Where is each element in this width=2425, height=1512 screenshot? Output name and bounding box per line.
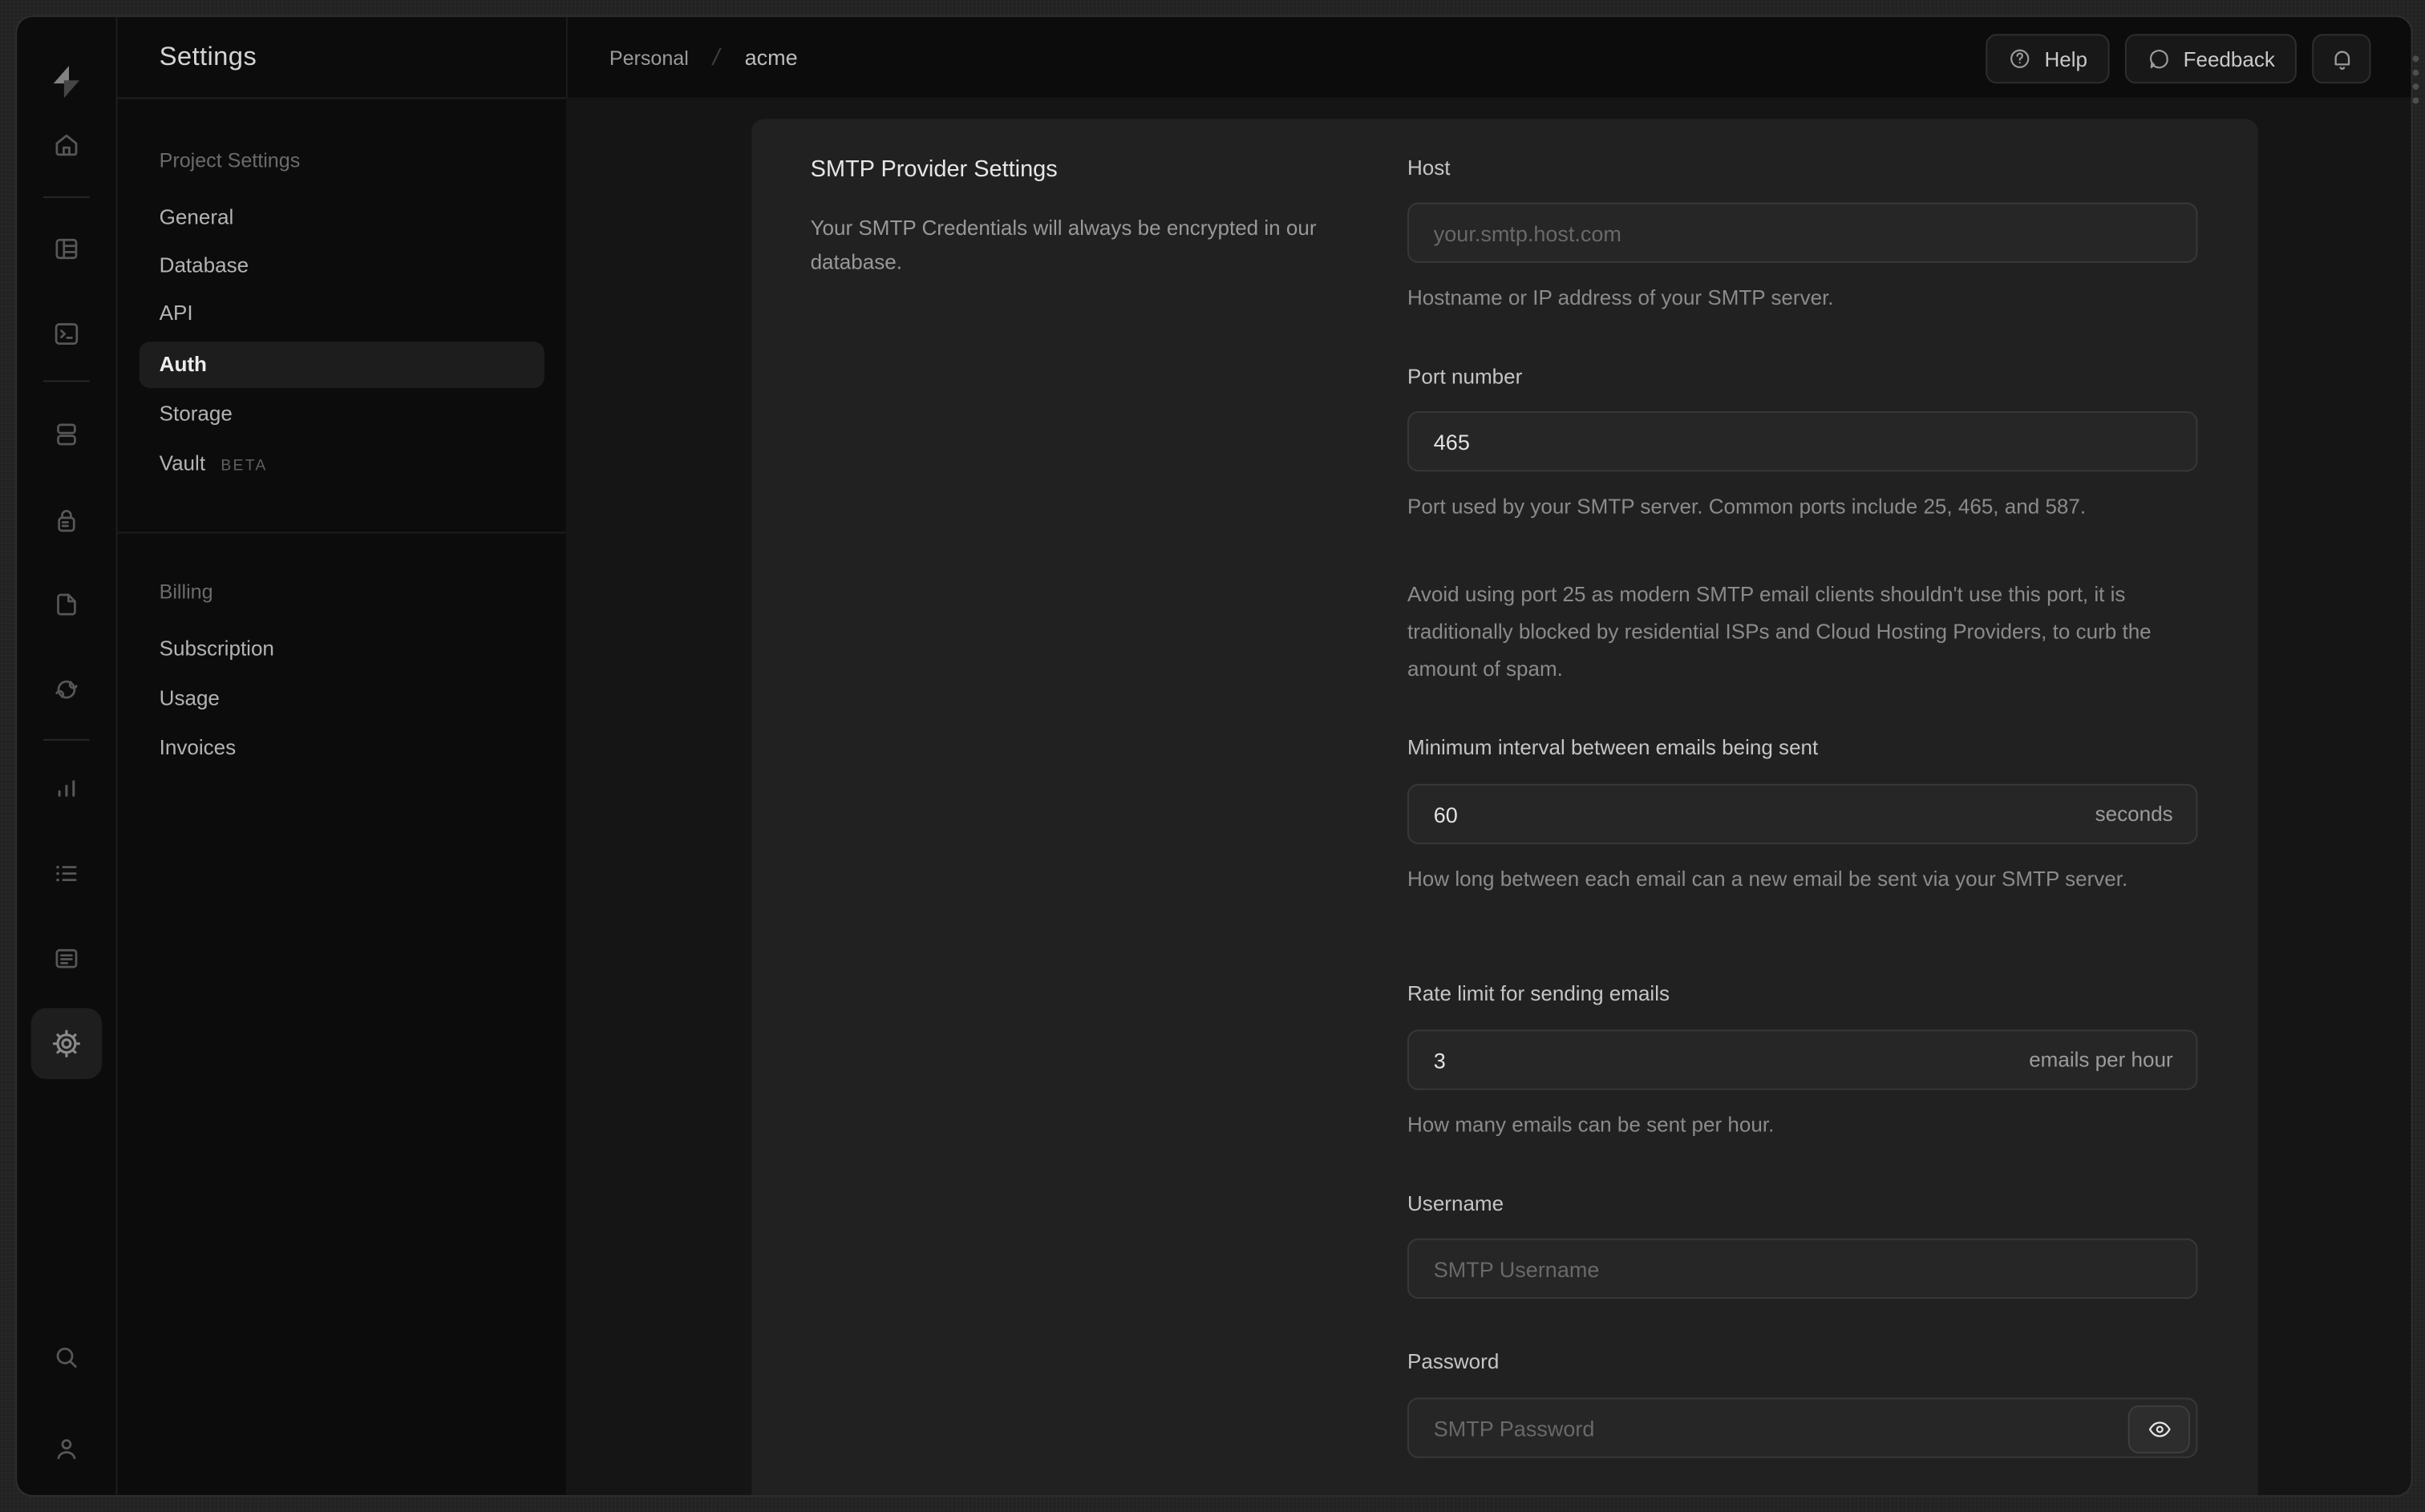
breadcrumb: Personal / acme bbox=[609, 17, 798, 97]
bar-chart-icon bbox=[58, 780, 75, 797]
sidebar-item-auth[interactable]: Auth bbox=[139, 342, 545, 389]
bell-icon bbox=[2328, 46, 2354, 72]
sidebar-item-database[interactable]: Database bbox=[140, 243, 545, 289]
password-input[interactable] bbox=[1407, 1397, 2198, 1458]
rail-item-storage[interactable] bbox=[42, 580, 91, 629]
eye-icon bbox=[2148, 1421, 2170, 1437]
screen: Settings Project Settings General Databa… bbox=[0, 0, 2425, 1512]
card-title: SMTP Provider Settings bbox=[810, 156, 1058, 183]
rail-divider bbox=[43, 738, 90, 741]
page-title: Settings bbox=[159, 42, 257, 71]
rate-label: Rate limit for sending emails bbox=[1407, 981, 1670, 1005]
sidebar-section-project-settings: Project Settings bbox=[159, 148, 301, 172]
help-circle-icon bbox=[2007, 46, 2032, 71]
rail-item-logs[interactable] bbox=[42, 849, 91, 899]
host-input[interactable] bbox=[1407, 202, 2198, 263]
password-input-wrap bbox=[1407, 1397, 2198, 1458]
port-input[interactable] bbox=[1407, 410, 2198, 472]
gear-icon bbox=[52, 1029, 81, 1057]
sidebar-header: Settings bbox=[115, 17, 566, 99]
rail-divider bbox=[43, 380, 90, 382]
host-label: Host bbox=[1407, 156, 1451, 180]
rail-item-home[interactable] bbox=[42, 120, 91, 170]
username-label: Username bbox=[1407, 1191, 1504, 1215]
notifications-button[interactable] bbox=[2312, 34, 2371, 84]
sidebar-section-billing: Billing bbox=[159, 580, 213, 604]
rate-input-wrap: emails per hour bbox=[1407, 1029, 2198, 1090]
host-input-wrap bbox=[1407, 202, 2198, 263]
rail-item-search[interactable] bbox=[42, 1332, 91, 1382]
table-editor-icon bbox=[55, 238, 78, 260]
rail-item-auth[interactable] bbox=[42, 496, 91, 546]
interval-input-wrap: seconds bbox=[1407, 783, 2198, 844]
app-window: Settings Project Settings General Databa… bbox=[17, 17, 2411, 1495]
port-note-text: Avoid using port 25 as modern SMTP email… bbox=[1407, 583, 2152, 681]
smtp-settings-card: SMTP Provider Settings Your SMTP Credent… bbox=[751, 119, 2258, 1495]
supabase-bolt-icon bbox=[53, 66, 80, 99]
home-icon bbox=[55, 134, 78, 156]
help-button[interactable]: Help bbox=[1986, 34, 2109, 84]
sidebar-item-general[interactable]: General bbox=[140, 195, 545, 241]
sidebar-item-usage[interactable]: Usage bbox=[140, 676, 545, 722]
settings-sidebar: Settings Project Settings General Databa… bbox=[115, 17, 568, 1495]
supabase-logo-icon[interactable] bbox=[42, 57, 91, 107]
top-bar: Personal / acme Help Feedback bbox=[565, 17, 2411, 99]
breadcrumb-separator: / bbox=[710, 43, 723, 71]
reveal-password-button[interactable] bbox=[2127, 1405, 2190, 1453]
port-help-text: Port used by your SMTP server. Common po… bbox=[1407, 495, 2087, 519]
help-button-label: Help bbox=[2044, 46, 2087, 71]
username-input-wrap bbox=[1407, 1238, 2198, 1299]
sql-editor-icon bbox=[55, 323, 79, 345]
sidebar-item-vault[interactable]: Vault BETA bbox=[140, 441, 545, 487]
rate-input[interactable] bbox=[1407, 1029, 2198, 1090]
rail-item-reports[interactable] bbox=[42, 764, 91, 814]
main-content: SMTP Provider Settings Your SMTP Credent… bbox=[565, 97, 2411, 1495]
rail-item-realtime[interactable] bbox=[42, 665, 91, 714]
feedback-button[interactable]: Feedback bbox=[2124, 34, 2297, 84]
storage-icon bbox=[57, 593, 76, 616]
rail-item-sql-editor[interactable] bbox=[42, 309, 91, 359]
rate-help-text: How many emails can be sent per hour. bbox=[1407, 1113, 1775, 1137]
rail-item-table-editor[interactable] bbox=[42, 224, 91, 274]
card-description: Your SMTP Credentials will always be enc… bbox=[810, 216, 1317, 274]
logs-list-icon bbox=[56, 865, 77, 882]
port-input-wrap bbox=[1407, 410, 2198, 472]
sidebar-item-storage[interactable]: Storage bbox=[140, 391, 545, 438]
sidebar-divider bbox=[115, 532, 566, 534]
user-icon bbox=[57, 1439, 76, 1460]
rail-item-settings[interactable] bbox=[30, 1008, 103, 1080]
speech-bubble-icon bbox=[2146, 46, 2171, 71]
beta-badge: BETA bbox=[221, 457, 268, 475]
sidebar-item-invoices[interactable]: Invoices bbox=[140, 725, 545, 771]
sidebar-item-subscription[interactable]: Subscription bbox=[140, 626, 545, 673]
port-label: Port number bbox=[1407, 365, 1523, 389]
breadcrumb-project[interactable]: acme bbox=[745, 45, 798, 70]
database-icon bbox=[57, 423, 76, 446]
topbar-actions: Help Feedback bbox=[1986, 34, 2371, 84]
breadcrumb-org[interactable]: Personal bbox=[609, 46, 689, 69]
search-icon bbox=[56, 1347, 77, 1368]
realtime-icon bbox=[55, 680, 78, 699]
interval-help-text: How long between each email can a new em… bbox=[1407, 867, 2128, 891]
host-help-text: Hostname or IP address of your SMTP serv… bbox=[1407, 285, 1834, 309]
interval-label: Minimum interval between emails being se… bbox=[1407, 735, 1819, 759]
feedback-button-label: Feedback bbox=[2183, 46, 2275, 71]
rail-item-docs[interactable] bbox=[42, 934, 91, 984]
password-label: Password bbox=[1407, 1349, 1500, 1373]
interval-input[interactable] bbox=[1407, 783, 2198, 844]
rail-item-database[interactable] bbox=[42, 410, 91, 459]
rail-divider bbox=[43, 196, 90, 198]
document-icon bbox=[55, 948, 78, 968]
icon-rail bbox=[17, 17, 118, 1495]
sidebar-item-api[interactable]: API bbox=[140, 291, 545, 338]
sidebar-item-label: Vault bbox=[159, 451, 206, 475]
lock-icon bbox=[58, 510, 75, 532]
username-input[interactable] bbox=[1407, 1238, 2198, 1299]
window-scrollbar[interactable] bbox=[2412, 55, 2419, 111]
rail-item-profile[interactable] bbox=[42, 1424, 91, 1474]
card-intro: SMTP Provider Settings Your SMTP Credent… bbox=[811, 156, 1380, 280]
